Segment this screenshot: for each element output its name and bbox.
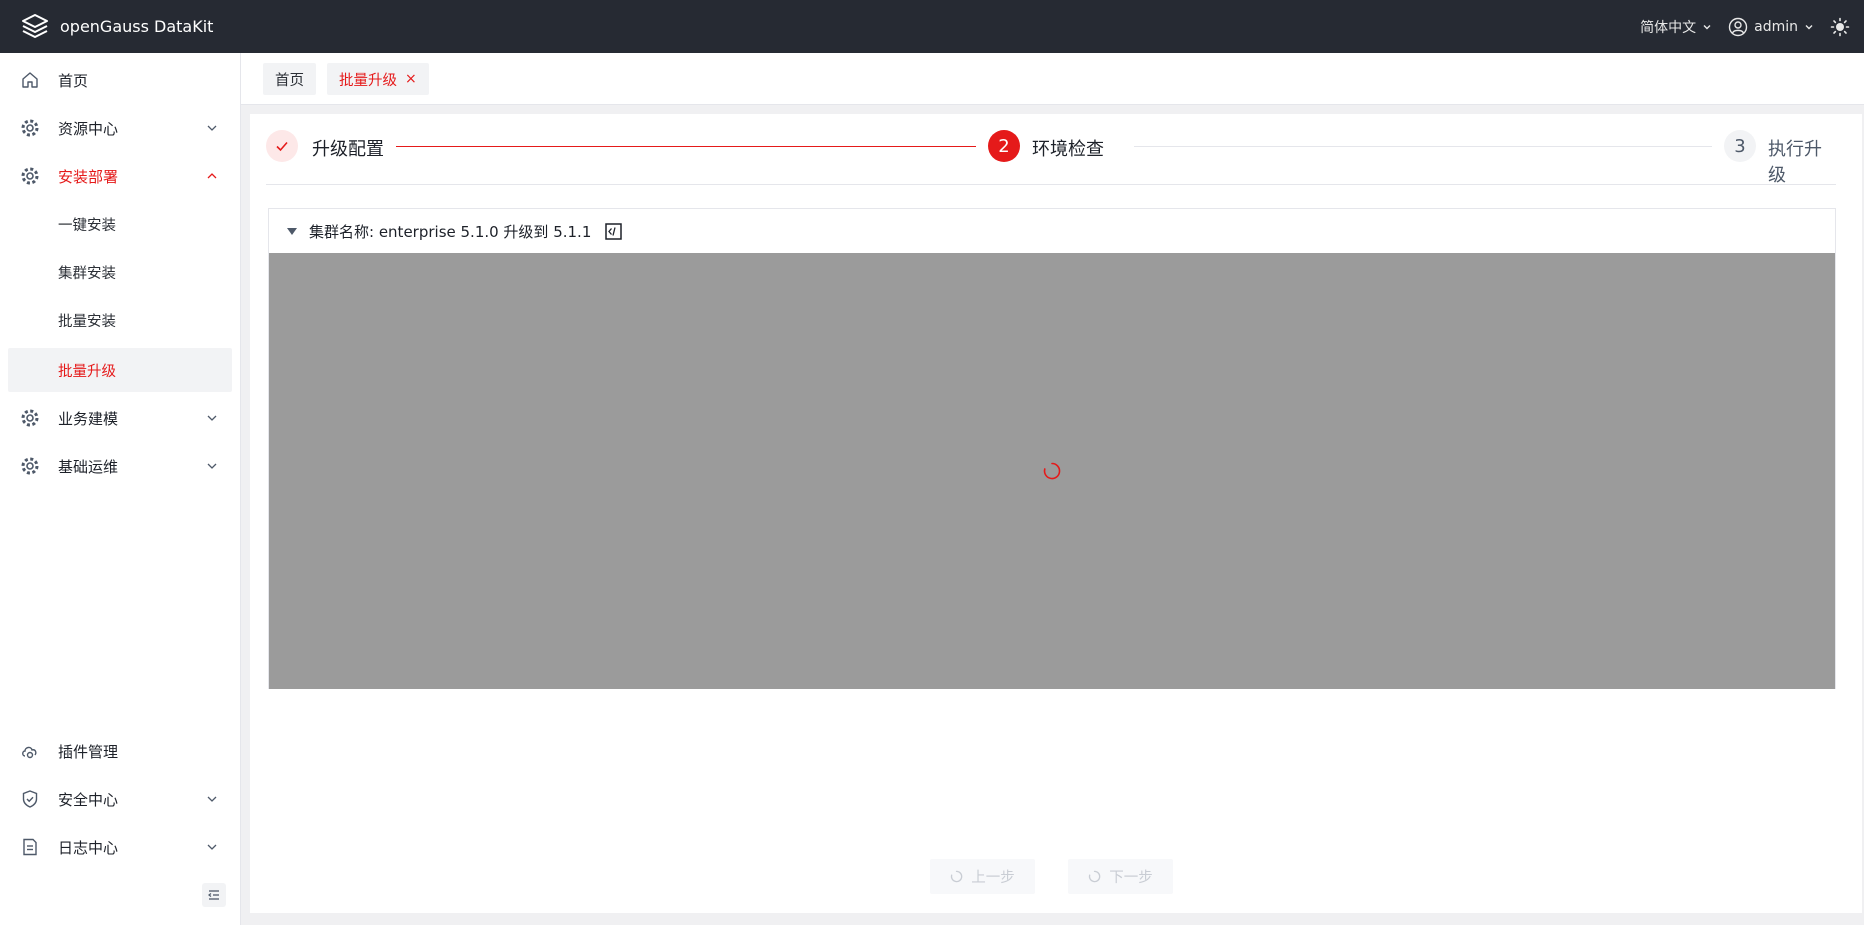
sidebar-item-label: 业务建模: [58, 409, 119, 428]
chevron-down-icon: [207, 125, 217, 131]
step-number-badge: 3: [1724, 130, 1756, 162]
loading-spinner-icon: [1089, 870, 1101, 883]
loading-mask: [269, 253, 1835, 689]
step-title: 升级配置: [312, 139, 384, 160]
sidebar-item-batch-install[interactable]: 批量安装: [8, 298, 232, 342]
sidebar-item-batch-upgrade[interactable]: 批量升级: [8, 348, 232, 392]
cluster-panel-header[interactable]: 集群名称: enterprise 5.1.0 升级到 5.1.1: [269, 209, 1835, 253]
sidebar-item-label: 安全中心: [58, 790, 119, 809]
sidebar-item-log-center[interactable]: 日志中心: [8, 825, 232, 869]
cluster-panel-title: 集群名称: enterprise 5.1.0 升级到 5.1.1: [309, 222, 592, 241]
menu-fold-icon: [208, 890, 219, 900]
caret-down-icon: [287, 227, 297, 235]
main-content: 升级配置 2 环境检查 3 执行升级 集群名称: enterprise 5.1.…: [250, 114, 1862, 913]
step-finished-badge: [266, 130, 298, 162]
chevron-down-icon: [207, 844, 217, 850]
button-label: 上一步: [971, 870, 1015, 886]
sidebar-item-label: 日志中心: [58, 838, 119, 857]
chevron-down-icon: [1703, 24, 1711, 29]
loading-spinner-icon: [1043, 462, 1061, 480]
gear-icon: [21, 119, 39, 137]
previous-step-button[interactable]: 上一步: [930, 859, 1035, 894]
user-name: admin: [1754, 18, 1798, 35]
sidebar-item-label: 一键安装: [58, 217, 116, 234]
document-icon: [23, 838, 37, 856]
sidebar-item-one-click-install[interactable]: 一键安装: [8, 202, 232, 246]
sidebar-item-cluster-install[interactable]: 集群安装: [8, 250, 232, 294]
step-connector-done: [396, 146, 976, 147]
plugin-cloud-icon: [22, 746, 37, 759]
gear-icon: [21, 409, 39, 427]
top-header: openGauss DataKit 简体中文 admin: [0, 0, 1864, 53]
cluster-collapse-panel: 集群名称: enterprise 5.1.0 升级到 5.1.1: [268, 208, 1836, 689]
loading-spinner-icon: [951, 870, 963, 883]
sidebar-item-business-modeling[interactable]: 业务建模: [8, 396, 232, 440]
sidebar: 首页 资源中心 安装部署 一键安装 集群安装 批量安装 批量升级 业务建模 基础…: [0, 53, 241, 925]
gear-icon: [21, 457, 39, 475]
chevron-down-icon: [207, 796, 217, 802]
tab-batch-upgrade[interactable]: 批量升级 ×: [327, 63, 429, 95]
chevron-up-icon: [207, 173, 217, 179]
button-label: 下一步: [1109, 870, 1153, 886]
collapse-sidebar-button[interactable]: [202, 883, 226, 907]
step-title: 环境检查: [1032, 139, 1104, 160]
sidebar-item-home[interactable]: 首页: [8, 58, 232, 102]
sidebar-item-label: 首页: [58, 71, 89, 90]
step-title: 执行升级: [1768, 139, 1822, 186]
sidebar-item-install-deploy[interactable]: 安装部署: [8, 154, 232, 198]
sidebar-item-label: 集群安装: [58, 265, 116, 282]
user-circle-icon: [1728, 17, 1748, 36]
shield-icon: [22, 790, 38, 808]
step-number-badge: 2: [988, 130, 1020, 162]
tab-home[interactable]: 首页: [263, 63, 316, 95]
sidebar-item-plugin-management[interactable]: 插件管理: [8, 729, 232, 773]
home-icon: [22, 72, 38, 88]
layers-logo-icon: [22, 13, 48, 38]
language-label: 简体中文: [1640, 19, 1697, 36]
sidebar-item-resource-center[interactable]: 资源中心: [8, 106, 232, 150]
tab-label: 首页: [275, 72, 304, 89]
sidebar-item-label: 安装部署: [58, 167, 119, 186]
tab-label: 批量升级: [339, 72, 397, 89]
brand[interactable]: openGauss DataKit: [0, 12, 213, 42]
chevron-down-icon: [207, 415, 217, 421]
sun-icon[interactable]: [1830, 17, 1850, 37]
check-icon: [276, 141, 288, 152]
divider: [266, 184, 1836, 185]
sidebar-item-label: 插件管理: [58, 742, 119, 761]
close-icon[interactable]: ×: [405, 72, 417, 86]
sidebar-item-security-center[interactable]: 安全中心: [8, 777, 232, 821]
next-step-button[interactable]: 下一步: [1068, 859, 1173, 894]
sidebar-item-label: 批量升级: [58, 363, 116, 380]
sidebar-item-basic-ops[interactable]: 基础运维: [8, 444, 232, 488]
sidebar-item-label: 批量安装: [58, 313, 116, 330]
chevron-down-icon: [207, 463, 217, 469]
chevron-down-icon: [1805, 24, 1813, 29]
language-select[interactable]: 简体中文: [1640, 17, 1712, 37]
sidebar-item-label: 基础运维: [58, 457, 119, 476]
sidebar-item-label: 资源中心: [58, 119, 119, 138]
step-connector-pending: [1134, 146, 1712, 147]
gear-icon: [21, 167, 39, 185]
user-menu[interactable]: admin: [1728, 17, 1814, 37]
steps: 升级配置 2 环境检查 3 执行升级: [266, 130, 1836, 186]
tabs-bar: 首页 批量升级 ×: [241, 53, 1864, 105]
code-icon[interactable]: [605, 222, 623, 240]
app-title: openGauss DataKit: [60, 17, 214, 36]
